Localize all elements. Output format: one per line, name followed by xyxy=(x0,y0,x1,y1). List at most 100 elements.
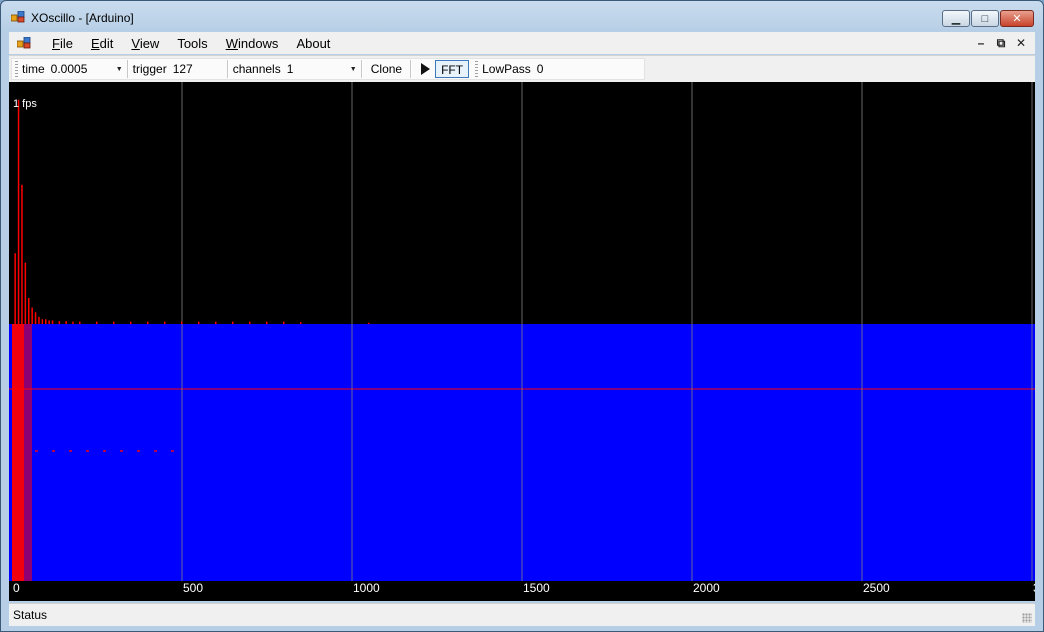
menu-file[interactable]: File xyxy=(43,36,82,51)
fft-bar xyxy=(48,320,50,324)
spectrogram-band xyxy=(12,324,24,581)
channels-combo[interactable]: 1 ▼ xyxy=(287,60,357,78)
menu-about[interactable]: About xyxy=(287,36,339,51)
lowpass-input[interactable]: 0 xyxy=(537,62,544,76)
toolbar-separator xyxy=(410,60,413,78)
menu-label-rest: ile xyxy=(59,35,73,51)
plot-area[interactable]: 0500100015002000250030003500400045005000… xyxy=(9,82,1043,601)
fft-bar xyxy=(368,322,370,324)
fft-bar xyxy=(249,321,251,324)
fft-bar xyxy=(300,322,302,324)
maximize-button[interactable]: □ xyxy=(971,10,999,27)
menu-accel: V xyxy=(131,35,140,51)
maximize-icon: □ xyxy=(981,12,989,25)
fft-bar xyxy=(283,321,285,324)
toolbar-grip[interactable] xyxy=(15,61,18,77)
status-text: Status xyxy=(13,608,48,622)
title-bar[interactable]: XOscillo - [Arduino] ▁ □ ✕ xyxy=(1,1,1043,31)
fft-bar xyxy=(96,321,98,324)
fft-bar xyxy=(31,307,33,324)
fft-bar xyxy=(65,321,67,324)
x-tick-label: 1500 xyxy=(523,581,550,595)
fft-bar xyxy=(72,321,74,324)
x-tick-label: 0 xyxy=(13,581,20,595)
time-combo[interactable]: 0.0005 ▼ xyxy=(51,60,123,78)
fft-button[interactable]: FFT xyxy=(435,60,470,78)
toolbar: time 0.0005 ▼ trigger 127 channels 1 ▼ C… xyxy=(9,55,1035,82)
toolbar-separator xyxy=(360,60,363,78)
time-label: time xyxy=(22,62,45,76)
menu-accel: E xyxy=(90,35,100,51)
mdi-restore-button[interactable]: ⧉ xyxy=(991,36,1011,51)
x-tick-label: 2000 xyxy=(693,581,720,595)
toolbar-separator xyxy=(226,60,229,78)
fft-bar xyxy=(232,321,234,324)
menu-windows[interactable]: Windows xyxy=(217,36,288,51)
spectrogram-band xyxy=(24,324,32,581)
window-title: XOscillo - [Arduino] xyxy=(31,11,134,25)
fft-bar xyxy=(14,253,16,324)
lowpass-label: LowPass xyxy=(482,62,531,76)
toolbar-strip: time 0.0005 ▼ trigger 127 channels 1 ▼ C… xyxy=(11,58,645,80)
spectrogram-dot xyxy=(69,450,72,452)
mdi-child-icon[interactable] xyxy=(17,37,31,49)
channels-label: channels xyxy=(232,62,281,76)
menu-tools[interactable]: Tools xyxy=(168,36,216,51)
close-icon: ✕ xyxy=(1012,13,1022,25)
status-bar: Status xyxy=(9,603,1035,626)
app-icon xyxy=(11,11,25,23)
spectrogram-dot xyxy=(35,450,38,452)
app-window: XOscillo - [Arduino] ▁ □ ✕ File Edit View T… xyxy=(0,0,1044,632)
window-controls: ▁ □ ✕ xyxy=(941,10,1034,28)
menu-edit[interactable]: Edit xyxy=(82,36,122,51)
x-tick-label: 2500 xyxy=(863,581,890,595)
trigger-label: trigger xyxy=(132,62,167,76)
menu-label-rest: indows xyxy=(237,35,279,51)
fft-bar xyxy=(266,321,268,324)
menu-accel: F xyxy=(52,35,60,51)
fft-bar xyxy=(147,321,149,324)
trigger-input[interactable]: 127 xyxy=(173,62,223,76)
fft-chart: 0500100015002000250030003500400045005000… xyxy=(9,82,1043,601)
fft-bar xyxy=(38,316,40,324)
fft-bar xyxy=(113,321,115,324)
fft-bar xyxy=(79,321,81,324)
minimize-icon: ▁ xyxy=(951,13,961,25)
mdi-close-button[interactable]: ✕ xyxy=(1011,36,1031,50)
spectrogram-dot xyxy=(103,450,106,452)
spectrogram-dot xyxy=(171,450,174,452)
menu-view[interactable]: View xyxy=(122,36,168,51)
fft-bar xyxy=(45,319,47,324)
mdi-minimize-button[interactable]: – xyxy=(971,36,991,50)
time-value: 0.0005 xyxy=(50,62,88,76)
menu-bar: File Edit View Tools Windows About – ⧉ ✕ xyxy=(9,32,1035,54)
x-tick-label: 500 xyxy=(183,581,203,595)
fft-bar xyxy=(215,321,217,324)
menu-accel: W xyxy=(225,35,238,51)
x-tick-label: 3000 xyxy=(1033,581,1035,595)
play-icon[interactable] xyxy=(421,63,431,75)
menu-label-rest: dit xyxy=(99,35,114,51)
toolbar-separator xyxy=(126,60,129,78)
minimize-button[interactable]: ▁ xyxy=(942,10,970,27)
fft-bar xyxy=(41,319,44,324)
spectrogram-dot xyxy=(120,450,123,452)
fft-bar xyxy=(198,321,200,324)
resize-grip[interactable] xyxy=(1022,613,1032,623)
spectrogram-dot xyxy=(137,450,140,452)
fft-bar xyxy=(24,262,27,324)
clone-button[interactable]: Clone xyxy=(367,60,406,78)
menu-label-rest: iew xyxy=(139,35,160,51)
spectrogram-dot xyxy=(52,450,55,452)
spectrogram-dot xyxy=(86,450,89,452)
toolbar-grip[interactable] xyxy=(475,61,479,77)
chevron-down-icon: ▼ xyxy=(115,65,123,73)
fft-bar xyxy=(17,99,20,324)
fft-bar xyxy=(58,321,61,324)
fft-bar xyxy=(34,312,37,324)
mdi-controls: – ⧉ ✕ xyxy=(971,36,1031,51)
fft-bar xyxy=(181,321,183,324)
close-button[interactable]: ✕ xyxy=(1000,10,1034,27)
fft-bar xyxy=(28,298,30,324)
spectrogram-dot xyxy=(154,450,157,452)
